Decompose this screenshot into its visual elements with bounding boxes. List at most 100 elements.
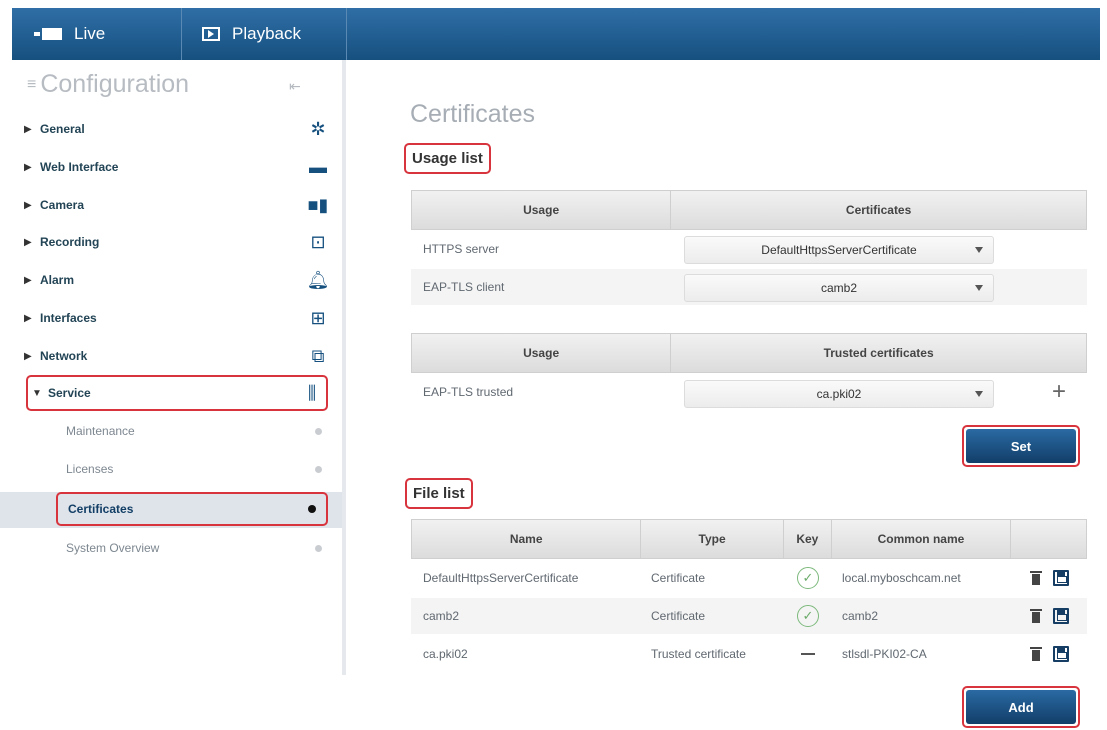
set-button[interactable]: Set [962, 425, 1080, 467]
usage-list-heading: Usage list [404, 143, 491, 174]
expand-arrow-icon: ▶ [24, 123, 32, 135]
sidebar-title: ≡ Configuration [27, 70, 190, 98]
table-row: camb2 Certificate ✓ camb2 [411, 598, 1087, 634]
certificate-select-eap-tls[interactable]: camb2 [684, 274, 994, 302]
column-header-name: Name [412, 520, 642, 558]
trash-icon[interactable] [1029, 647, 1042, 661]
column-header-key: Key [784, 520, 832, 558]
sidebar-item-label: Alarm [40, 273, 75, 287]
column-header-common-name: Common name [832, 520, 1012, 558]
sidebar: ≡ Configuration ⇤ ▶ General ✲ ▶ Web Inter… [12, 60, 342, 675]
save-icon[interactable] [1052, 608, 1069, 624]
status-dot-icon [315, 427, 322, 435]
common-name-cell: camb2 [842, 609, 879, 623]
menu-icon[interactable]: ≡ [27, 76, 36, 93]
usage-cell: EAP-TLS trusted [423, 385, 514, 399]
tab-live-label: Live [74, 24, 106, 43]
file-table-header: Name Type Key Common name [411, 519, 1087, 559]
status-dot-icon [315, 544, 322, 552]
collapse-sidebar-icon[interactable]: ⇤ [289, 78, 301, 95]
add-button[interactable]: Add [962, 686, 1080, 728]
sidebar-item-web-interface[interactable]: ▶ Web Interface ▬ [24, 152, 332, 182]
file-name-cell: DefaultHttpsServerCertificate [423, 571, 579, 585]
sidebar-subitem-label: Certificates [68, 502, 134, 516]
check-icon: ✓ [797, 605, 819, 627]
recording-icon: ⊡ [310, 231, 326, 252]
camera-icon [34, 28, 62, 40]
sidebar-item-recording[interactable]: ▶ Recording ⊡ [24, 227, 332, 257]
status-dot-icon [315, 465, 322, 473]
sidebar-item-camera[interactable]: ▶ Camera ■▮ [24, 190, 332, 220]
tab-playback[interactable]: Playback [182, 8, 347, 60]
sidebar-item-general[interactable]: ▶ General ✲ [24, 114, 332, 144]
common-name-cell: local.myboschcam.net [842, 571, 961, 585]
sidebar-subitem-label: Licenses [66, 462, 114, 476]
trash-icon[interactable] [1029, 609, 1042, 623]
expand-arrow-icon: ▶ [24, 274, 32, 286]
expand-arrow-icon: ▶ [24, 161, 32, 173]
add-trusted-icon[interactable]: + [1052, 378, 1066, 406]
column-header-type: Type [641, 520, 784, 558]
top-navigation-bar: Live Playback [12, 8, 1100, 60]
column-header-usage: Usage [412, 191, 672, 229]
sidebar-item-label: Recording [40, 235, 100, 249]
status-dot-icon [308, 505, 316, 513]
page-title: Certificates [410, 100, 536, 128]
sidebar-subitem-label: Maintenance [66, 424, 135, 438]
chevron-down-icon [975, 247, 983, 253]
file-type-cell: Trusted certificate [651, 647, 746, 661]
trusted-table-header: Usage Trusted certificates [411, 333, 1087, 373]
tab-live[interactable]: Live [12, 8, 182, 60]
column-header-certificates: Certificates [845, 203, 912, 217]
sidebar-item-label: Interfaces [40, 311, 97, 325]
usage-table-header: Usage Certificates [411, 190, 1087, 230]
select-value: DefaultHttpsServerCertificate [761, 243, 917, 257]
sidebar-subitem-label: System Overview [66, 541, 160, 555]
sidebar-subitem-maintenance[interactable]: Maintenance [56, 417, 332, 445]
sidebar-item-label: General [40, 122, 85, 136]
file-type-cell: Certificate [651, 571, 706, 585]
trash-icon[interactable] [1029, 571, 1042, 585]
sidebar-item-label: Network [40, 349, 88, 363]
sidebar-subitem-system-overview[interactable]: System Overview [56, 534, 332, 562]
common-name-cell: stlsdl-PKI02-CA [842, 647, 927, 661]
certificate-select-https[interactable]: DefaultHttpsServerCertificate [684, 236, 994, 264]
row-actions [1012, 570, 1087, 586]
check-icon: ✓ [797, 567, 819, 589]
expand-arrow-icon: ▶ [24, 199, 32, 211]
table-row: DefaultHttpsServerCertificate Certificat… [411, 560, 1087, 596]
add-button-label: Add [966, 690, 1076, 724]
sidebar-item-alarm[interactable]: ▶ Alarm 🔔︎ [24, 265, 332, 295]
usage-cell: HTTPS server [423, 242, 500, 256]
select-value: ca.pki02 [816, 387, 862, 401]
tab-playback-label: Playback [232, 24, 301, 43]
web-interface-icon: ▬ [309, 156, 327, 177]
chevron-down-icon [975, 391, 983, 397]
select-value: camb2 [820, 281, 858, 295]
file-name-cell: camb2 [423, 609, 460, 623]
sidebar-subitem-licenses[interactable]: Licenses [56, 455, 332, 483]
row-actions [1012, 608, 1087, 624]
dash-icon [801, 653, 815, 655]
sidebar-item-network[interactable]: ▶ Network ⧉ [24, 341, 332, 371]
chevron-down-icon [975, 285, 983, 291]
gear-icon: ✲ [310, 118, 326, 139]
interfaces-icon: ⊞ [310, 307, 326, 328]
column-header-usage: Usage [412, 334, 672, 372]
set-button-label: Set [966, 429, 1076, 463]
save-icon[interactable] [1052, 570, 1069, 586]
row-actions [1012, 646, 1087, 662]
file-type-cell: Certificate [651, 609, 706, 623]
camera-icon: ■▮ [307, 194, 329, 215]
expand-arrow-icon: ▼ [32, 387, 42, 399]
trusted-certificate-select[interactable]: ca.pki02 [684, 380, 994, 408]
sidebar-subitem-certificates[interactable]: Certificates [56, 492, 328, 526]
sidebar-item-service[interactable]: ▼ Service ⫼ [26, 375, 328, 411]
usage-cell: EAP-TLS client [423, 280, 505, 294]
sidebar-item-label: Service [48, 386, 91, 400]
save-icon[interactable] [1052, 646, 1069, 662]
file-list-heading: File list [405, 478, 473, 509]
sidebar-item-interfaces[interactable]: ▶ Interfaces ⊞ [24, 303, 332, 333]
expand-arrow-icon: ▶ [24, 312, 32, 324]
network-icon: ⧉ [311, 345, 325, 366]
